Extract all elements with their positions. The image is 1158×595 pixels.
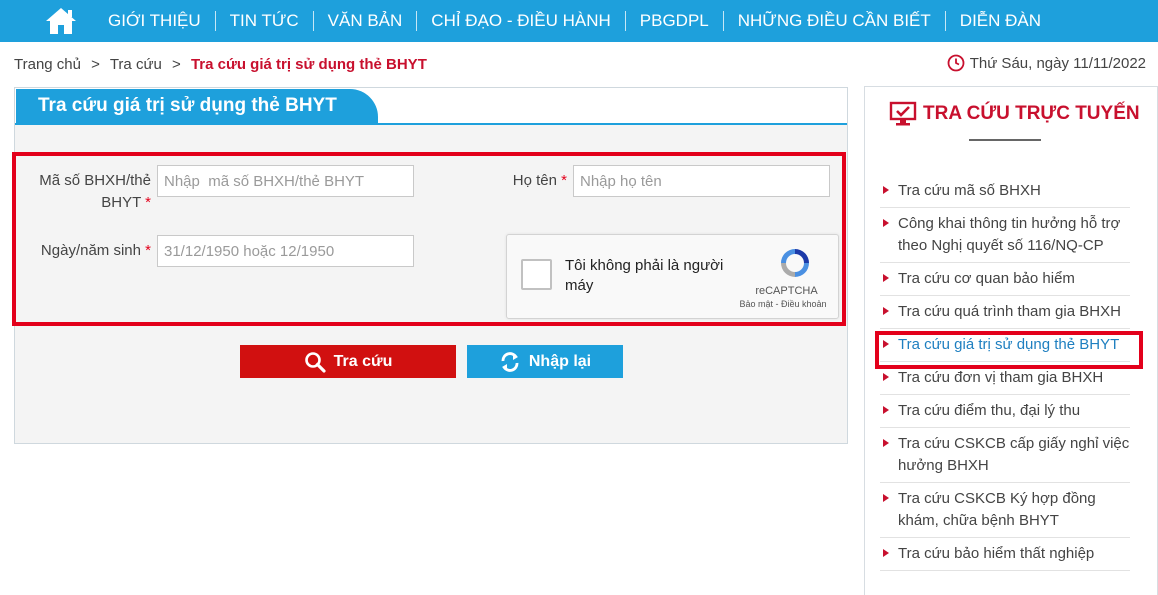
sidebar-item-qua-trinh-tham-gia[interactable]: Tra cứu quá trình tham gia BHXH (880, 296, 1130, 329)
dob-input[interactable] (157, 235, 414, 267)
sidebar-item-cskcb-hop-dong[interactable]: Tra cứu CSKCB Ký hợp đồng khám, chữa bện… (880, 483, 1130, 538)
code-label-line2: BHYT (101, 194, 141, 211)
dob-label-text: Ngày/năm sinh (40, 242, 141, 259)
required-mark: * (561, 172, 567, 189)
nav-item-nhung-dieu-can-biet[interactable]: NHỮNG ĐIỀU CẦN BIẾT (722, 11, 945, 31)
current-date: Thứ Sáu, ngày 11/11/2022 (947, 54, 1146, 72)
nav-item-pbgdpl[interactable]: PBGDPL (624, 11, 723, 31)
breadcrumb: Trang chủ > Tra cứu > Tra cứu giá trị sử… (14, 56, 427, 73)
nav-menu: GIỚI THIỆU TIN TỨC VĂN BẢN CHỈ ĐẠO - ĐIỀ… (94, 0, 1055, 42)
search-button[interactable]: Tra cứu (240, 345, 456, 378)
clock-icon (947, 54, 965, 72)
home-icon[interactable] (44, 6, 78, 36)
sidebar-highlight-box (875, 331, 1143, 369)
refresh-icon (501, 351, 519, 372)
sidebar-item-nghi-quyet-116[interactable]: Công khai thông tin hưởng hỗ trợ theo Ng… (880, 208, 1130, 263)
sidebar-item-bao-hiem-that-nghiep[interactable]: Tra cứu bảo hiểm thất nghiệp (880, 538, 1130, 571)
nav-item-dien-dan[interactable]: DIỄN ĐÀN (944, 11, 1055, 31)
sidebar-title-divider (969, 139, 1041, 141)
recaptcha-widget: Tôi không phải là người máy reCAPTCHA Bả… (506, 234, 839, 319)
required-mark: * (145, 242, 151, 259)
nav-item-van-ban[interactable]: VĂN BẢN (312, 11, 417, 31)
nav-item-gioi-thieu[interactable]: GIỚI THIỆU (94, 11, 215, 31)
code-label-line1: Mã số BHXH/thẻ (39, 172, 151, 189)
date-text: Thứ Sáu, ngày 11/11/2022 (969, 54, 1146, 72)
sidebar-menu: Tra cứu mã số BHXH Công khai thông tin h… (880, 175, 1130, 571)
required-mark: * (145, 194, 151, 211)
recaptcha-logo-icon (781, 249, 809, 277)
search-button-label: Tra cứu (333, 352, 393, 370)
recaptcha-text: Tôi không phải là người máy (565, 257, 724, 294)
lookup-form-panel: Tra cứu giá trị sử dụng thẻ BHYT Mã số B… (12, 87, 848, 444)
breadcrumb-separator: > (172, 56, 181, 73)
sidebar-item-diem-thu[interactable]: Tra cứu điểm thu, đại lý thu (880, 395, 1130, 428)
breadcrumb-lookup-link[interactable]: Tra cứu (110, 56, 162, 73)
code-label: Mã số BHXH/thẻ BHYT * (25, 170, 151, 214)
name-label: Họ tên * (445, 170, 567, 192)
name-label-text: Họ tên (512, 172, 557, 189)
sidebar-item-ma-so-bhxh[interactable]: Tra cứu mã số BHXH (880, 175, 1130, 208)
form-tab-bar: Tra cứu giá trị sử dụng thẻ BHYT (15, 88, 847, 125)
top-nav: GIỚI THIỆU TIN TỨC VĂN BẢN CHỈ ĐẠO - ĐIỀ… (0, 0, 1158, 42)
dob-label: Ngày/năm sinh * (25, 240, 151, 262)
nav-item-chi-dao-dieu-hanh[interactable]: CHỈ ĐẠO - ĐIỀU HÀNH (416, 11, 624, 31)
monitor-check-icon (889, 101, 917, 126)
nav-item-tin-tuc[interactable]: TIN TỨC (214, 11, 313, 31)
sidebar-title: TRA CỨU TRỰC TUYẾN (889, 101, 1140, 127)
recaptcha-brand: reCAPTCHA (755, 285, 818, 297)
search-icon (304, 351, 326, 373)
breadcrumb-current: Tra cứu giá trị sử dụng thẻ BHYT (190, 56, 427, 73)
form-title-tab: Tra cứu giá trị sử dụng thẻ BHYT (16, 89, 378, 125)
reset-button[interactable]: Nhập lại (467, 345, 623, 378)
sidebar-title-text: TRA CỨU TRỰC TUYẾN (923, 103, 1140, 124)
recaptcha-links[interactable]: Bảo mật - Điều khoản (732, 299, 834, 309)
breadcrumb-separator: > (91, 56, 100, 73)
breadcrumb-home-link[interactable]: Trang chủ (14, 56, 81, 73)
sidebar-item-co-quan-bao-hiem[interactable]: Tra cứu cơ quan bảo hiểm (880, 263, 1130, 296)
reset-button-label: Nhập lại (528, 352, 592, 370)
code-input[interactable] (157, 165, 414, 197)
name-input[interactable] (573, 165, 830, 197)
sidebar-item-cskcb-nghi-viec[interactable]: Tra cứu CSKCB cấp giấy nghỉ việc hưởng B… (880, 428, 1130, 483)
recaptcha-checkbox[interactable] (521, 259, 552, 290)
